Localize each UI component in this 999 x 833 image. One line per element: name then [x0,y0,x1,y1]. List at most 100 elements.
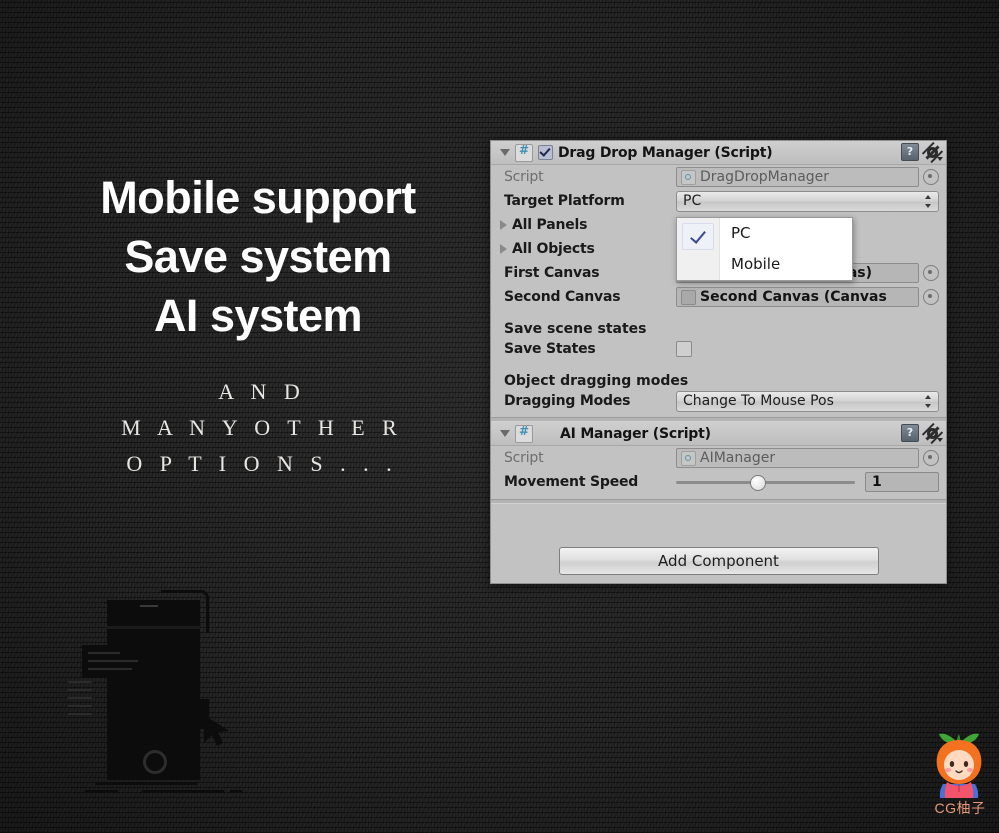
illustration-line-group-3 [68,697,92,699]
promo-headline: Mobile support Save system AI system [0,168,516,345]
row-label: Target Platform [504,193,625,209]
component-header-ai-manager[interactable]: AI Manager (Script) [491,422,946,446]
foldout-arrow-icon[interactable] [500,430,510,437]
drag-drop-illustration [60,588,280,803]
dropdown-option-mobile[interactable]: Mobile [731,249,852,280]
row-label: First Canvas [504,265,600,281]
cs-script-mini-icon [681,169,696,185]
component-header-drag-drop-manager[interactable]: Drag Drop Manager (Script) [491,141,946,165]
illustration-line-group-5 [68,713,92,715]
canvas-mini-icon [681,289,696,305]
illustration-ground-line-3 [142,790,224,793]
illustration-ground-line-1 [95,782,197,785]
target-platform-dropdown-popup[interactable]: PC Mobile [676,217,853,281]
row-save-states[interactable]: Save States [491,337,946,361]
illustration-phone-notch [140,605,158,607]
section-header-save-scene-states: Save scene states [504,321,647,337]
promo-subcopy: A N D M A N Y O T H E R O P T I O N S . … [0,374,524,482]
row-label: All Panels [512,217,588,233]
dropdown-option-pc[interactable]: PC [731,218,852,249]
row-label: Second Canvas [504,289,621,305]
row-movement-speed[interactable]: Movement Speed 1 [491,470,946,494]
subcopy-line-3: O P T I O N S . . . [126,451,398,476]
object-field-second-canvas[interactable]: Second Canvas (Canvas [676,287,919,307]
foldout-arrow-icon[interactable] [500,149,510,156]
headline-line-2: Save system [124,231,392,282]
dropdown-target-platform[interactable]: PC [676,190,939,212]
cs-script-mini-icon [681,450,696,466]
dropdown-value: Change To Mouse Pos [683,393,834,409]
slider-knob[interactable] [749,474,766,491]
row-spacer [491,309,946,321]
gear-icon[interactable] [925,426,943,442]
row-label-wrap: Script [504,450,676,466]
watermark-label: CG柚子 [934,800,986,816]
dropdown-check-gutter [677,218,720,280]
movement-speed-value-field[interactable]: 1 [865,472,939,492]
help-book-icon[interactable] [901,424,919,442]
component-title: AI Manager (Script) [560,425,711,442]
object-field-script[interactable]: DragDropManager [676,167,919,187]
row-label-wrap: Target Platform [504,193,676,209]
dropdown-option-list: PC Mobile [720,218,852,280]
component-header-icons [901,424,943,442]
row-label-wrap: All Objects [500,241,676,257]
illustration-card-line-1 [88,652,120,654]
movement-speed-slider[interactable]: 1 [676,470,946,494]
gear-dropdown-indicator [937,437,943,442]
component-divider [491,499,946,504]
component-title: Drag Drop Manager (Script) [558,144,773,161]
object-picker-button[interactable] [923,169,939,185]
checkmark-icon [682,223,714,250]
row-label: Script [504,450,544,466]
illustration-line-group-1 [68,681,92,683]
chevron-updown-icon [925,394,932,408]
subcopy-line-2: M A N Y O T H E R [121,415,403,440]
object-picker-button[interactable] [923,450,939,466]
illustration-home-button [143,750,167,774]
dropdown-dragging-modes[interactable]: Change To Mouse Pos [676,390,939,412]
object-picker-button[interactable] [923,265,939,281]
row-second-canvas[interactable]: Second Canvas Second Canvas (Canvas [491,285,946,309]
illustration-phone-topbar-gap [107,626,200,629]
gear-icon[interactable] [925,145,943,161]
slider-track[interactable] [676,474,855,491]
watermark: CG柚子 [925,728,995,823]
row-label-wrap: Movement Speed [504,474,676,490]
row-label: Movement Speed [504,474,639,490]
illustration-line-group-4 [68,705,92,707]
row-label-wrap: Script [504,169,676,185]
mascot-icon [936,733,982,798]
row-target-platform[interactable]: Target Platform PC [491,189,946,213]
object-picker-button[interactable] [923,289,939,305]
help-book-icon[interactable] [901,143,919,161]
cursor-arrow-icon [204,715,229,746]
dropdown-value: PC [683,193,702,209]
row-dragging-modes[interactable]: Dragging Modes Change To Mouse Pos [491,389,946,413]
illustration-ground-line-2 [85,790,118,793]
add-component-button[interactable]: Add Component [558,547,879,575]
row-label: Script [504,169,544,185]
row-label-wrap: Dragging Modes [504,393,676,409]
row-spacer [491,361,946,373]
cs-script-icon [515,143,533,162]
add-component-area: Add Component [491,547,946,575]
foldout-arrow-icon[interactable] [500,220,507,230]
foldout-arrow-icon[interactable] [500,244,507,254]
illustration-line-group-2 [68,689,92,691]
row-script[interactable]: Script DragDropManager [491,165,946,189]
illustration-ground-line-4 [230,790,242,793]
headline-line-3: AI system [153,290,363,341]
unity-inspector-panel[interactable]: Drag Drop Manager (Script) Script DragDr… [490,140,947,584]
illustration-card-right [167,644,196,677]
row-label-wrap: Second Canvas [504,289,676,305]
save-states-checkbox[interactable] [676,341,692,357]
component-enabled-checkbox[interactable] [538,145,553,160]
row-ai-script[interactable]: Script AIManager [491,446,946,470]
chevron-updown-icon [925,194,932,208]
illustration-drop-zone [109,683,174,739]
row-label: Save States [504,341,596,357]
row-label: All Objects [512,241,595,257]
object-field-ai-script[interactable]: AIManager [676,448,919,468]
illustration-card-line-3 [88,668,132,670]
